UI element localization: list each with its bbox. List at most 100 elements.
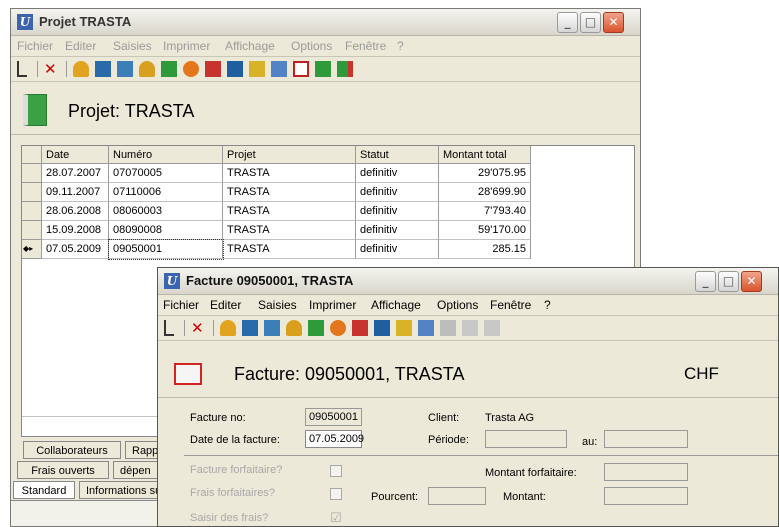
table-cell[interactable]: 28.06.2008 xyxy=(42,202,109,221)
column-header-date[interactable]: Date xyxy=(42,146,109,164)
table-cell[interactable]: 07.05.2009 xyxy=(42,240,109,259)
facture-forfaitaire-checkbox xyxy=(330,465,342,477)
contact-icon[interactable] xyxy=(139,61,155,77)
table-cell[interactable]: definitiv xyxy=(356,221,439,240)
menu-imprimer[interactable]: Imprimer xyxy=(309,298,356,312)
menu-help[interactable]: ? xyxy=(544,298,551,312)
facture-titlebar[interactable]: U Facture 09050001, TRASTA _ □ ✕ xyxy=(158,268,778,295)
menu-fenetre[interactable]: Fenêtre xyxy=(490,298,531,312)
notebook-icon[interactable] xyxy=(374,320,390,336)
menu-affichage[interactable]: Affichage xyxy=(225,39,275,53)
column-header-numero[interactable]: Numéro xyxy=(109,146,223,164)
person-icon[interactable] xyxy=(73,61,89,77)
tab-standard[interactable]: Standard xyxy=(13,481,75,499)
menu-editer[interactable]: Editer xyxy=(65,39,96,53)
clock-icon[interactable] xyxy=(183,61,199,77)
date-facture-field[interactable]: 07.05.2009 xyxy=(305,430,364,448)
menu-saisies[interactable]: Saisies xyxy=(258,298,297,312)
table-cell[interactable]: definitiv xyxy=(356,164,439,183)
table-cell[interactable]: 07110006 xyxy=(109,183,223,202)
facture-toolbar: ✕ xyxy=(158,316,778,341)
table-cell[interactable]: 59'170.00 xyxy=(439,221,531,240)
tree-icon[interactable] xyxy=(17,61,27,77)
buildings-icon[interactable] xyxy=(117,61,133,77)
table-cell[interactable]: definitiv xyxy=(356,240,439,259)
building-icon[interactable] xyxy=(95,61,111,77)
table-cell[interactable]: TRASTA xyxy=(223,183,356,202)
column-header-projet[interactable]: Projet xyxy=(223,146,356,164)
mail-icon[interactable] xyxy=(293,61,309,77)
row-selector[interactable] xyxy=(22,183,42,202)
table-cell[interactable]: 15.09.2008 xyxy=(42,221,109,240)
column-header-statut[interactable]: Statut xyxy=(356,146,439,164)
table-cell[interactable]: 07070005 xyxy=(109,164,223,183)
buildings-icon[interactable] xyxy=(264,320,280,336)
menu-saisies[interactable]: Saisies xyxy=(113,39,152,53)
export-icon[interactable] xyxy=(315,61,331,77)
contact-icon[interactable] xyxy=(286,320,302,336)
projet-toolbar: ✕ xyxy=(11,57,640,82)
column-header-montant[interactable]: Montant total xyxy=(439,146,531,164)
row-selector[interactable] xyxy=(22,221,42,240)
close-button[interactable]: ✕ xyxy=(603,12,624,33)
menu-fichier[interactable]: Fichier xyxy=(163,298,199,312)
files-icon[interactable] xyxy=(249,61,265,77)
book-icon[interactable] xyxy=(161,61,177,77)
table-cell[interactable]: 08090008 xyxy=(109,221,223,240)
table-cell[interactable]: 09.11.2007 xyxy=(42,183,109,202)
book-icon[interactable] xyxy=(308,320,324,336)
menu-editer[interactable]: Editer xyxy=(210,298,241,312)
clock-icon[interactable] xyxy=(330,320,346,336)
app-logo-icon: U xyxy=(164,273,180,289)
table-cell[interactable]: 28'699.90 xyxy=(439,183,531,202)
projet-window-title: Projet TRASTA xyxy=(39,14,132,29)
document-icon[interactable] xyxy=(352,320,368,336)
menu-fichier[interactable]: Fichier xyxy=(17,39,53,53)
table-cell[interactable]: TRASTA xyxy=(223,240,356,259)
menu-options[interactable]: Options xyxy=(437,298,478,312)
table-cell[interactable]: 08060003 xyxy=(109,202,223,221)
person-icon[interactable] xyxy=(220,320,236,336)
delete-icon[interactable]: ✕ xyxy=(44,61,60,77)
minimize-button[interactable]: _ xyxy=(557,12,578,33)
facture-no-field: 09050001 xyxy=(305,408,362,426)
menu-affichage[interactable]: Affichage xyxy=(371,298,421,312)
building-icon[interactable] xyxy=(242,320,258,336)
notebook-icon[interactable] xyxy=(227,61,243,77)
tab-collaborateurs[interactable]: Collaborateurs xyxy=(23,441,121,459)
import-icon[interactable] xyxy=(337,61,353,77)
row-selector[interactable] xyxy=(22,202,42,221)
table-cell[interactable]: 285.15 xyxy=(439,240,531,259)
table-cell[interactable]: definitiv xyxy=(356,202,439,221)
calendar-icon[interactable] xyxy=(271,61,287,77)
projet-titlebar[interactable]: U Projet TRASTA _ □ ✕ xyxy=(11,9,640,36)
delete-icon[interactable]: ✕ xyxy=(191,320,207,336)
maximize-button[interactable]: □ xyxy=(580,12,601,33)
maximize-button[interactable]: □ xyxy=(718,271,739,292)
table-cell[interactable]: 09050001 xyxy=(108,239,224,260)
menu-help[interactable]: ? xyxy=(397,39,404,53)
menu-fenetre[interactable]: Fenêtre xyxy=(345,39,386,53)
table-cell[interactable]: TRASTA xyxy=(223,221,356,240)
menu-imprimer[interactable]: Imprimer xyxy=(163,39,210,53)
frais-forfaitaires-checkbox xyxy=(330,488,342,500)
document-icon[interactable] xyxy=(205,61,221,77)
table-cell[interactable]: 7'793.40 xyxy=(439,202,531,221)
currency-label: CHF xyxy=(684,364,719,383)
tab-frais-ouverts[interactable]: Frais ouverts xyxy=(17,461,109,479)
minimize-button[interactable]: _ xyxy=(695,271,716,292)
calendar-icon[interactable] xyxy=(418,320,434,336)
row-selector[interactable] xyxy=(22,164,42,183)
menu-options[interactable]: Options xyxy=(291,39,332,53)
table-cell[interactable]: TRASTA xyxy=(223,164,356,183)
row-selector[interactable]: ◆▸ xyxy=(22,240,42,259)
table-cell[interactable]: definitiv xyxy=(356,183,439,202)
table-cell[interactable]: 29'075.95 xyxy=(439,164,531,183)
tree-icon[interactable] xyxy=(164,320,174,336)
table-cell[interactable]: 28.07.2007 xyxy=(42,164,109,183)
montant-field xyxy=(604,487,688,505)
periode-to-field xyxy=(604,430,688,448)
close-button[interactable]: ✕ xyxy=(741,271,762,292)
table-cell[interactable]: TRASTA xyxy=(223,202,356,221)
files-icon[interactable] xyxy=(396,320,412,336)
